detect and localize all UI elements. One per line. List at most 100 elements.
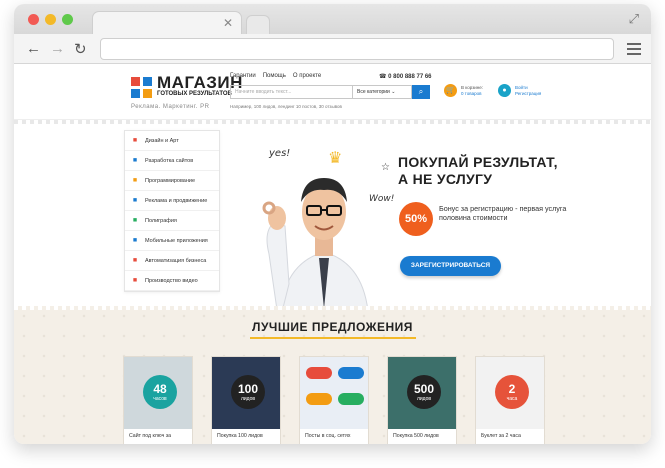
logo-subtitle: ГОТОВЫХ РЕЗУЛЬТАТОВ [157,91,232,97]
nav-guarantees[interactable]: Гарантии [230,73,256,79]
deal-badge-number: 100 [237,382,259,396]
fullscreen-icon[interactable]: ⤢ [629,11,639,27]
doodle-yes: yes! [269,148,291,159]
deal-badge: 100 лидов [231,375,265,409]
phone-icon: ☎ [379,74,389,80]
user-icon: ● [498,84,511,97]
back-arrow-icon[interactable]: ← [26,40,41,57]
browser-tab[interactable]: ✕ [92,11,242,34]
code-icon: ■ [132,177,138,184]
deal-card[interactable]: 48 часов Сайт под ключ за [123,356,193,444]
cart-icon: 🛒 [444,84,457,97]
megaphone-icon: ■ [132,197,138,204]
deals-title: ЛУЧШИЕ ПРЕДЛОЖЕНИЯ [252,320,413,334]
wavy-divider [14,120,651,124]
deal-card[interactable]: 2 часа Буклет за 2 часа [475,356,545,444]
logo-tagline: Реклама. Маркетинг. PR [131,104,210,110]
category-select[interactable]: Все категории ⌄ [352,85,412,99]
social-logo-shape [338,367,364,379]
phone-number[interactable]: ☎ 0 800 888 77 66 [379,73,432,80]
image-icon: ■ [132,217,138,224]
search-bar: Начните вводить текст... Все категории ⌄… [230,85,430,99]
deal-badge-number: 500 [413,382,435,396]
logo-icon[interactable] [131,77,153,99]
close-tab-icon[interactable]: ✕ [223,16,233,30]
bonus-text: Бонус за регистрацию - первая услуга пол… [439,204,567,222]
register-link[interactable]: Регистрация [515,91,541,96]
forward-arrow-icon[interactable]: → [50,40,65,57]
deal-badge: 2 часа [495,375,529,409]
hero-illustration: yes! ♛ Wow! ☆ [239,134,409,325]
maximize-window-icon[interactable] [62,14,73,25]
address-bar[interactable] [100,38,614,60]
sidebar-item-label: Производство видео [145,277,198,284]
deal-card-label[interactable]: Покупка 500 лидов [393,433,439,439]
deal-card[interactable]: 100 лидов Покупка 100 лидов [211,356,281,444]
cart-widget[interactable]: 🛒 В корзине: 0 товаров [444,84,483,97]
gear-icon: ■ [132,277,138,284]
deal-card[interactable]: 500 лидов Покупка 500 лидов [387,356,457,444]
briefcase-icon: ■ [132,257,138,264]
minimize-window-icon[interactable] [45,14,56,25]
deal-badge-unit: часа [506,396,518,402]
deal-card-label[interactable]: Покупка 100 лидов [217,433,263,439]
phone-icon: ■ [132,237,138,244]
social-logo-shape [306,393,332,405]
sidebar-item-label: Реклама и продвижение [145,197,208,204]
deal-card-image: 500 лидов [388,357,456,429]
new-tab-button[interactable] [246,15,270,34]
doodle-wow: Wow! [369,194,395,204]
search-icon: ⌕ [418,87,424,96]
deal-card-label[interactable]: Посты в соц. сетях [305,433,350,439]
deal-badge-number: 2 [508,382,516,396]
crown-icon: ♛ [328,150,343,167]
sidebar-item-label: Дизайн и Арт [145,137,179,144]
register-button[interactable]: ЗАРЕГИСТРИРОВАТЬСЯ [400,256,501,276]
deal-cards: 48 часов Сайт под ключ за 100 лидов Покупка 1… [123,356,545,444]
deal-badge: 48 часов [143,375,177,409]
discount-badge: 50% [399,202,433,236]
star-icon: ☆ [381,162,390,173]
sidebar-item[interactable]: ■ Разработка сайтов [125,151,219,171]
deal-card-label[interactable]: Буклет за 2 часа [481,433,521,439]
browser-menu-icon[interactable] [627,43,641,58]
deal-card[interactable]: Посты в соц. сетях [299,356,369,444]
sidebar-item-label: Разработка сайтов [145,157,194,164]
cart-count[interactable]: 0 товаров [461,91,482,96]
deal-badge-unit: часов [153,396,167,402]
sidebar-item[interactable]: ■ Программирование [125,171,219,191]
category-sidebar: ■ Дизайн и Арт ■ Разработка сайтов ■ Программ… [124,130,220,292]
sidebar-item[interactable]: ■ Дизайн и Арт [125,131,219,151]
search-button[interactable]: ⌕ [412,85,430,99]
nav-about[interactable]: О проекте [293,73,321,79]
sidebar-item[interactable]: ■ Реклама и продвижение [125,191,219,211]
deal-card-image: 48 часов [124,357,192,429]
deal-badge-number: 48 [153,382,167,396]
search-example: Например, 100 лидов, лендинг 10 постов, … [230,104,342,109]
close-window-icon[interactable] [28,14,39,25]
reload-icon[interactable]: ↻ [74,40,87,58]
deal-badge: 500 лидов [407,375,441,409]
search-input[interactable]: Начните вводить текст... [230,85,352,99]
sidebar-item[interactable]: ■ Полиграфия [125,211,219,231]
best-deals-section: ЛУЧШИЕ ПРЕДЛОЖЕНИЯ 48 часов Сайт под ключ … [14,306,651,444]
deal-card-label[interactable]: Сайт под ключ за [129,433,171,439]
deals-title-underline [250,337,416,339]
browser-window: ✕ ⤢ ← → ↻ МАГАЗИН ГОТОВЫХ РЕЗУЛЬТАТОВ Ре… [14,4,651,444]
pencil-icon: ■ [132,137,138,144]
login-link[interactable]: Войти [515,85,528,90]
sidebar-item-label: Автоматизация бизнеса [145,257,207,264]
site-header: МАГАЗИН ГОТОВЫХ РЕЗУЛЬТАТОВ Реклама. Мар… [14,64,651,119]
browser-toolbar: ← → ↻ [14,34,651,64]
sidebar-item[interactable]: ■ Мобильные приложения [125,231,219,251]
hero-banner: ■ Дизайн и Арт ■ Разработка сайтов ■ Программ… [14,119,651,325]
sidebar-item[interactable]: ■ Производство видео [125,271,219,291]
chevron-down-icon: ⌄ [391,89,396,95]
social-logo-shape [338,393,364,405]
sidebar-item[interactable]: ■ Автоматизация бизнеса [125,251,219,271]
deal-badge-unit: лидов [416,396,432,402]
login-widget[interactable]: ● Войти Регистрация [498,84,541,97]
sidebar-item-label: Полиграфия [145,217,177,224]
deal-card-image [300,357,368,429]
nav-help[interactable]: Помощь [263,73,286,79]
